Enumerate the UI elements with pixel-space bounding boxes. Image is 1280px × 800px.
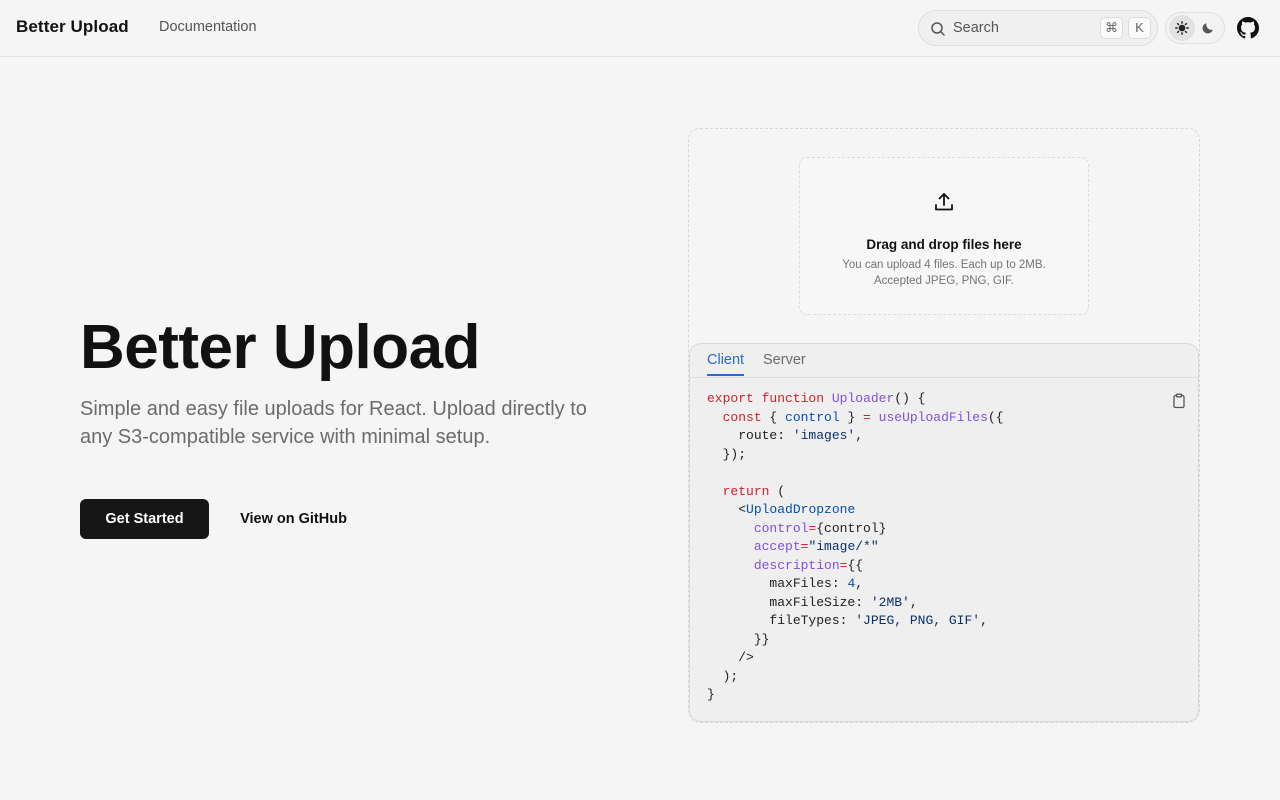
- sun-icon: [1175, 21, 1189, 35]
- code-token: fileTypes:: [769, 613, 856, 628]
- code-token: <: [738, 502, 747, 517]
- code-token: maxFiles:: [769, 576, 848, 591]
- code-block: export function Uploader() { const { con…: [707, 390, 1004, 705]
- code-token: control: [785, 409, 840, 425]
- code-token: Uploader: [831, 391, 895, 406]
- code-token: {{: [847, 557, 864, 573]
- code-token: (: [769, 483, 786, 499]
- code-token: const: [722, 409, 762, 425]
- code-example-card: Client Server export function Uploader()…: [689, 343, 1199, 722]
- code-token: {control}: [816, 520, 887, 536]
- code-token: ,: [855, 428, 864, 443]
- code-token: maxFileSize:: [769, 594, 871, 610]
- light-theme-button[interactable]: [1169, 15, 1195, 41]
- code-token: }: [707, 687, 715, 702]
- code-token: ({: [987, 409, 1004, 425]
- code-token: =: [863, 409, 871, 425]
- dark-theme-button[interactable]: [1195, 15, 1221, 41]
- shortcut-key-cmd: ⌘: [1100, 17, 1123, 39]
- copy-code-button[interactable]: [1171, 393, 1187, 409]
- code-token: UploadDropzone: [746, 502, 856, 517]
- code-token: function: [761, 391, 825, 406]
- clipboard-icon: [1173, 393, 1185, 409]
- code-tabs: Client Server: [690, 344, 1198, 378]
- code-token: ,: [909, 594, 918, 610]
- code-token: () {: [894, 391, 926, 406]
- code-token: ,: [980, 613, 988, 628]
- code-token: });: [722, 446, 747, 462]
- top-navbar: Better Upload Documentation Search ⌘ K: [0, 0, 1280, 57]
- search-label: Search: [953, 20, 999, 36]
- code-token: 'JPEG, PNG, GIF': [855, 613, 981, 628]
- code-token: }: [839, 409, 864, 425]
- theme-toggle: [1165, 12, 1225, 44]
- brand-logo-text[interactable]: Better Upload: [16, 17, 129, 37]
- code-token: "image/*": [808, 539, 879, 554]
- view-on-github-button[interactable]: View on GitHub: [225, 499, 362, 539]
- code-token: route:: [738, 428, 793, 443]
- code-token: {: [761, 409, 786, 425]
- upload-icon: [933, 191, 955, 218]
- dropzone-accepted-text: Accepted JPEG, PNG, GIF.: [874, 275, 1014, 287]
- code-token: '2MB': [870, 594, 910, 610]
- nav-link-documentation[interactable]: Documentation: [159, 19, 257, 35]
- code-token: 'images': [792, 428, 856, 443]
- dropzone-title: Drag and drop files here: [866, 237, 1022, 252]
- code-token: accept: [753, 539, 801, 554]
- hero-title: Better Upload: [80, 313, 480, 382]
- moon-icon: [1202, 23, 1213, 34]
- code-token: export: [707, 391, 754, 406]
- code-token: useUploadFiles: [878, 409, 988, 425]
- github-link[interactable]: [1237, 17, 1259, 39]
- search-button[interactable]: Search ⌘ K: [918, 10, 1158, 46]
- code-token: control: [753, 520, 809, 536]
- code-token: }}: [753, 631, 770, 647]
- tab-client[interactable]: Client: [707, 352, 745, 376]
- shortcut-key-k: K: [1128, 17, 1151, 39]
- code-token: return: [722, 483, 770, 499]
- code-token: ,: [855, 576, 864, 591]
- github-icon: [1237, 17, 1259, 39]
- search-icon: [930, 21, 946, 42]
- upload-dropzone[interactable]: Drag and drop files here You can upload …: [799, 157, 1089, 315]
- tab-server[interactable]: Server: [763, 352, 806, 374]
- dropzone-limit-text: You can upload 4 files. Each up to 2MB.: [842, 259, 1046, 271]
- code-token: description: [753, 557, 840, 573]
- code-token: />: [738, 650, 754, 665]
- hero-description: Simple and easy file uploads for React. …: [80, 398, 587, 448]
- code-token: );: [722, 668, 739, 684]
- get-started-button[interactable]: Get Started: [80, 499, 209, 539]
